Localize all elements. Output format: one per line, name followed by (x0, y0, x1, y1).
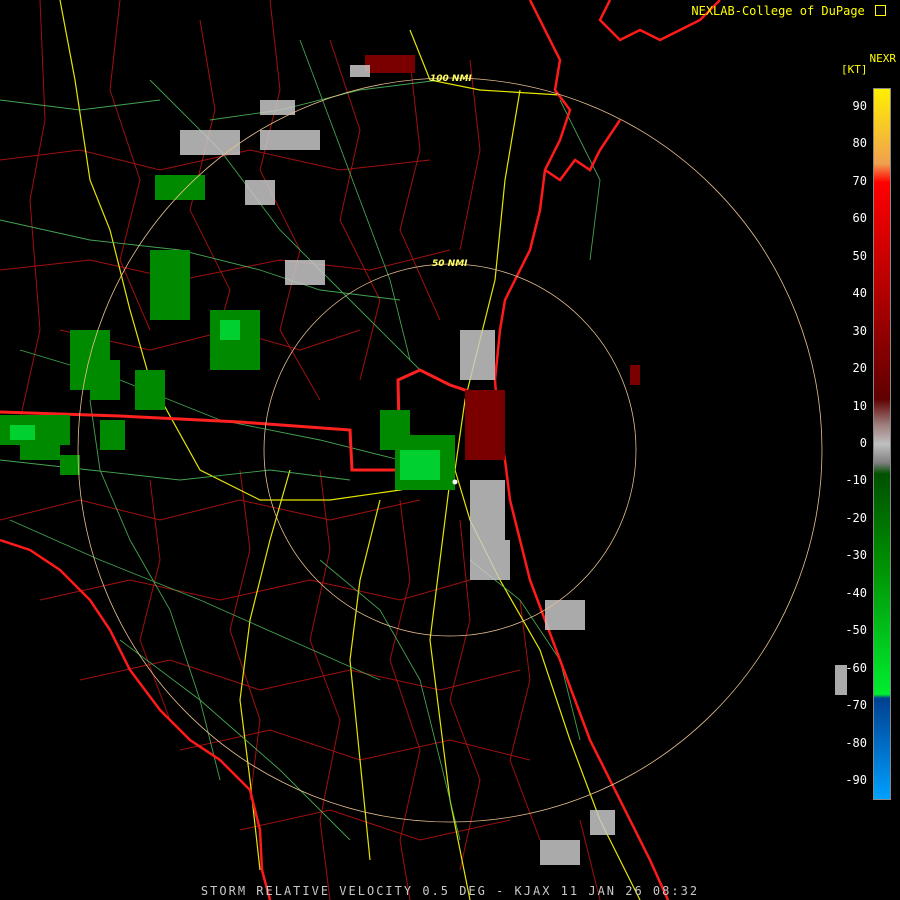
legend-tick-label: 60 (852, 211, 867, 226)
legend-tick-label: -70 (845, 698, 867, 713)
credit-label: NEXLAB-College of DuPage (691, 4, 886, 18)
legend-tick-label: 10 (852, 398, 867, 413)
legend-tick-label: 20 (852, 361, 867, 376)
range-ring-50-label: 50 NMI (432, 259, 468, 269)
legend-tick-label: 50 (852, 248, 867, 263)
legend-tick-label: -90 (845, 773, 867, 788)
legend-tick-label: 80 (852, 136, 867, 151)
legend-tick-label: 40 (852, 286, 867, 301)
legend-tick-label: -50 (845, 623, 867, 638)
legend-tick-label: -30 (845, 548, 867, 563)
velocity-echoes (0, 55, 847, 865)
external-link-icon (875, 5, 886, 16)
roads (0, 39, 601, 841)
legend-product: NEXR (869, 52, 897, 65)
legend-tick-label: 30 (852, 323, 867, 338)
credit-text: NEXLAB-College of DuPage (691, 4, 865, 18)
legend-unit: [KT] (841, 63, 868, 76)
legend-tick-label: -20 (845, 510, 867, 525)
legend-tick-label: -40 (845, 585, 867, 600)
radar-display: 50 NMI 100 NMI NEXLAB-College of DuPage … (0, 0, 900, 900)
legend-tick-label: 90 (852, 98, 867, 113)
legend-tick-label: -80 (845, 735, 867, 750)
velocity-color-scale (873, 88, 891, 800)
product-caption: STORM RELATIVE VELOCITY 0.5 DEG - KJAX 1… (200, 884, 700, 898)
legend-tick-label: 0 (859, 436, 867, 450)
range-ring-100-label: 100 NMI (430, 74, 472, 84)
legend-tick-label: -60 (845, 660, 867, 675)
legend-tick-label: -10 (845, 473, 867, 488)
legend-tick-label: 70 (852, 173, 867, 188)
radar-site-marker (452, 479, 458, 485)
radar-map (0, 0, 847, 900)
